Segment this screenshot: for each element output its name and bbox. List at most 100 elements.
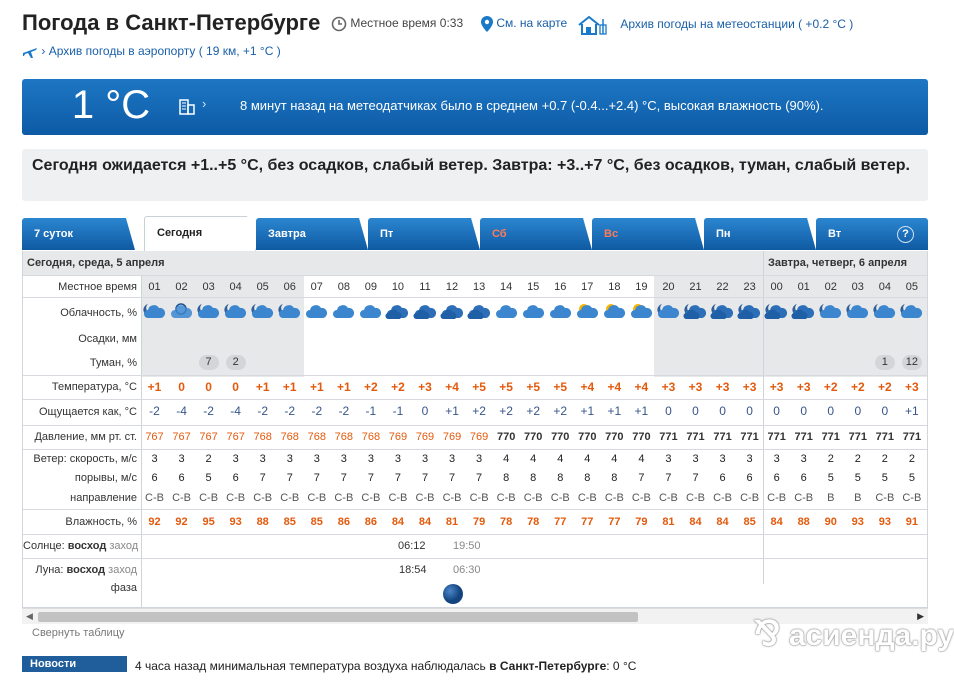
airport-archive-link[interactable]: › Архив погоды в аэропорту ( 19 км, +1 °… xyxy=(22,44,281,59)
tab-saturday[interactable]: Сб xyxy=(480,218,592,250)
wind-gusts-cell: 6 xyxy=(773,472,780,484)
wind-speed-cell: 2 xyxy=(205,453,212,465)
hour-cell: 01 xyxy=(797,281,810,293)
tab-7-days[interactable]: 7 суток xyxy=(22,218,135,250)
hour-cell: 06 xyxy=(283,281,296,293)
humidity-cell: 93 xyxy=(878,516,891,528)
wind-direction-cell: С-В xyxy=(577,492,597,504)
hour-cell: 05 xyxy=(256,281,269,293)
pressure-cell: 771 xyxy=(713,431,732,443)
weather-station-icon xyxy=(578,15,607,35)
pressure-cell: 770 xyxy=(551,431,570,443)
pressure-cell: 771 xyxy=(902,431,922,443)
row-label-moon: Луна: восход заход xyxy=(35,564,137,576)
collapse-table-link[interactable]: Свернуть таблицу xyxy=(32,627,125,639)
hour-cell: 00 xyxy=(770,281,783,293)
hour-cell: 10 xyxy=(391,281,405,293)
wind-gusts-cell: 5 xyxy=(881,472,888,484)
help-icon[interactable]: ? xyxy=(897,226,914,243)
wind-speed-cell: 4 xyxy=(638,453,645,465)
feels-like-cell: +1 xyxy=(607,404,622,418)
building-icon xyxy=(179,99,195,115)
wind-direction-cell: С-В xyxy=(388,492,408,504)
wind-direction-cell: С-В xyxy=(902,492,922,504)
pressure-cell: 771 xyxy=(740,431,759,443)
humidity-cell: 85 xyxy=(743,516,756,528)
row-label-humidity: Влажность, % xyxy=(65,516,137,528)
wind-direction-cell: С-В xyxy=(145,492,164,504)
site-watermark-logo: ⅋ асиенда.ру xyxy=(754,615,954,653)
humidity-cell: 84 xyxy=(689,516,702,528)
wind-gusts-cell: 6 xyxy=(151,472,158,484)
weather-news-button[interactable]: Новости погоды xyxy=(22,656,127,682)
feels-like-cell: +2 xyxy=(499,404,513,418)
feels-like-cell: -2 xyxy=(311,404,323,418)
feels-like-cell: +1 xyxy=(905,404,919,418)
pressure-cell: 770 xyxy=(632,431,651,443)
wind-direction-cell: С-В xyxy=(442,492,462,504)
humidity-cell: 88 xyxy=(256,516,269,528)
pressure-cell: 770 xyxy=(496,431,516,443)
hour-cell: 18 xyxy=(608,281,621,293)
wind-gusts-cell: 7 xyxy=(394,472,401,484)
hour-cell: 03 xyxy=(851,281,864,293)
wind-direction-cell: С-В xyxy=(658,492,678,504)
row-label-wind: Ветер: скорость, м/с xyxy=(33,453,137,465)
pressure-cell: 768 xyxy=(280,431,299,443)
map-link-text[interactable]: См. на карте xyxy=(496,16,567,30)
wind-gusts-cell: 6 xyxy=(746,472,753,484)
hour-cell: 17 xyxy=(581,281,594,293)
scroll-left-icon[interactable]: ◀ xyxy=(26,611,33,622)
partly-cloudy-icon xyxy=(494,301,520,326)
moon-cloud-icon xyxy=(169,301,195,326)
local-time: Местное время 0:33 xyxy=(331,16,463,32)
wind-gusts-cell: 5 xyxy=(854,472,861,484)
humidity-cell: 84 xyxy=(418,516,432,528)
tab-today[interactable]: Сегодня xyxy=(144,216,256,251)
hour-cell: 15 xyxy=(527,281,540,293)
wind-gusts-cell: 8 xyxy=(584,472,591,484)
wind-direction-cell: С-В xyxy=(469,492,489,504)
humidity-cell: 84 xyxy=(770,516,783,528)
cloud-night-icon xyxy=(656,301,682,326)
partly-cloudy-icon xyxy=(521,301,547,326)
fog-badge: 2 xyxy=(225,355,246,370)
cloud-night-icon xyxy=(818,301,844,326)
wind-direction-cell: С-В xyxy=(361,492,381,504)
wind-speed-cell: 3 xyxy=(151,453,158,465)
wind-gusts-cell: 8 xyxy=(503,472,510,484)
pressure-cell: 768 xyxy=(361,431,381,443)
humidity-cell: 78 xyxy=(500,516,513,528)
temperature-cell: +2 xyxy=(364,380,378,394)
wind-gusts-cell: 6 xyxy=(800,472,807,484)
tab-monday[interactable]: Пн xyxy=(704,218,816,250)
wind-direction-cell: С-В xyxy=(496,492,516,504)
row-label-phase: фаза xyxy=(110,582,137,594)
wind-direction-cell: С-В xyxy=(172,492,192,504)
station-archive-text[interactable]: Архив погоды на метеостанции ( +0.2 °C ) xyxy=(620,17,853,31)
pressure-cell: 768 xyxy=(253,431,272,443)
cloud-night-icon xyxy=(196,301,222,326)
row-label-time: Местное время xyxy=(58,281,137,293)
hour-cell: 12 xyxy=(445,281,459,293)
pressure-cell: 771 xyxy=(686,431,705,443)
wind-gusts-cell: 5 xyxy=(908,472,915,484)
feels-like-cell: +2 xyxy=(472,404,486,418)
humidity-cell: 92 xyxy=(148,516,161,528)
tab-tomorrow[interactable]: Завтра xyxy=(256,218,368,250)
station-archive-link[interactable]: Архив погоды на метеостанции ( +0.2 °C ) xyxy=(577,15,853,35)
tab-tuesday[interactable]: Вт ? xyxy=(816,218,928,250)
pressure-cell: 769 xyxy=(469,431,489,443)
tab-friday[interactable]: Пт xyxy=(368,218,480,250)
scrollbar-thumb[interactable] xyxy=(38,612,638,622)
wind-speed-cell: 2 xyxy=(827,453,834,465)
wind-speed-cell: 3 xyxy=(746,453,753,465)
wind-direction-cell: С-В xyxy=(307,492,327,504)
wind-direction-cell: С-В xyxy=(740,492,760,504)
feels-like-cell: +2 xyxy=(553,404,568,418)
wind-gusts-cell: 7 xyxy=(476,472,483,484)
sunset-time: 19:50 xyxy=(453,540,481,552)
tab-sunday[interactable]: Вс xyxy=(592,218,704,250)
airport-archive-text[interactable]: Архив погоды в аэропорту ( 19 км, +1 °C … xyxy=(49,44,281,58)
map-link[interactable]: См. на карте xyxy=(481,16,567,32)
